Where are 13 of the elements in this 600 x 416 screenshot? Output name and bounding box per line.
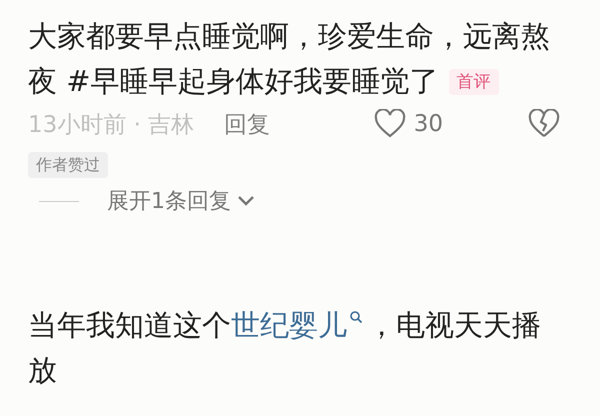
reply-link[interactable]: 回复 — [224, 108, 270, 140]
expand-replies-link[interactable]: 展开1条回复 — [107, 186, 231, 216]
search-icon[interactable] — [349, 310, 363, 324]
like-count: 30 — [414, 111, 443, 137]
comment-time: 13小时前 · 吉林 — [28, 110, 194, 140]
chevron-down-icon[interactable] — [237, 195, 255, 207]
author-liked-tag: 作者赞过 — [28, 152, 108, 178]
comment-text: 当年我知道这个世纪婴儿 ，电视天天播放 — [28, 307, 542, 389]
like-icon[interactable] — [374, 109, 406, 139]
broken-heart-icon[interactable] — [528, 109, 560, 139]
search-link[interactable]: 世纪婴儿 — [231, 308, 367, 342]
comment-text: 大家都要早点睡觉啊，珍爱生命，远离熬夜 #早睡早起身体好我要睡觉了 首评 — [28, 18, 551, 100]
first-comment-badge: 首评 — [448, 69, 499, 95]
